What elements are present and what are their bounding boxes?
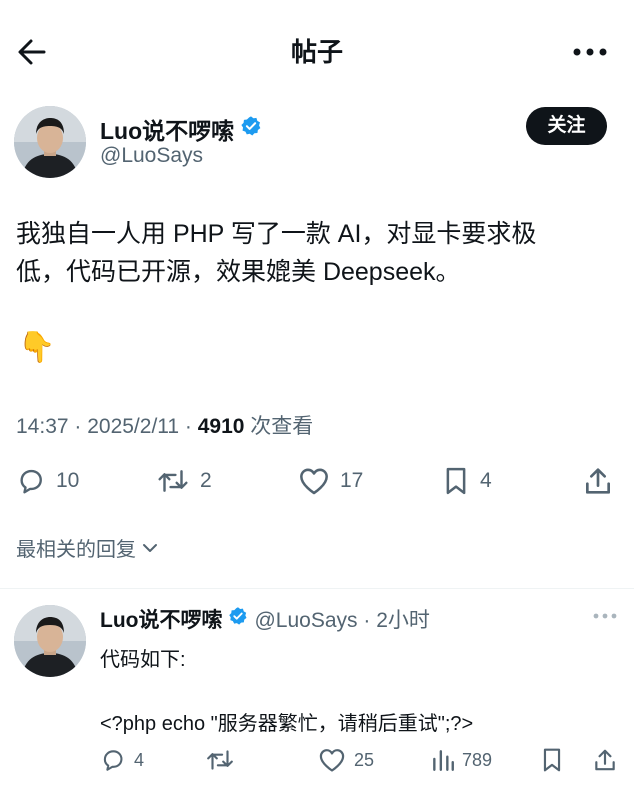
bookmark-icon [446, 467, 466, 495]
reply-view-count: 789 [462, 749, 493, 770]
share-icon [586, 468, 610, 494]
reply-bookmark-button[interactable] [540, 747, 564, 773]
more-horizontal-icon [573, 48, 607, 56]
heart-icon [300, 468, 328, 495]
reply-reply-button[interactable]: 4 [100, 747, 144, 773]
share-button[interactable] [582, 465, 614, 497]
like-button[interactable]: 17 [298, 466, 363, 496]
reply-handle-time[interactable]: @LuoSays · 2小时 [254, 604, 429, 634]
reply-author-row: Luo说不啰嗦 @LuoSays · 2小时 [100, 604, 430, 634]
pointing-down-emoji: 👇 [18, 331, 56, 364]
author-handle[interactable]: @LuoSays [100, 144, 203, 168]
reply-share-button[interactable] [592, 746, 618, 774]
reply-like-button[interactable]: 25 [318, 747, 374, 773]
views-count: 4910 [197, 415, 245, 438]
bookmark-button[interactable]: 4 [442, 466, 492, 496]
follow-button[interactable]: 关注 [526, 107, 607, 145]
sort-label: 最相关的回复 [16, 539, 136, 561]
retweet-icon [158, 470, 188, 492]
reply-reply-count: 4 [134, 749, 145, 770]
author-display-name[interactable]: Luo说不啰嗦 [100, 112, 234, 146]
more-horizontal-icon [593, 613, 617, 619]
divider [0, 588, 634, 589]
views-label: 次查看 [244, 415, 314, 438]
page-title: 帖子 [290, 37, 343, 67]
reply-sort-dropdown[interactable]: 最相关的回复 [16, 533, 160, 562]
retweet-icon [207, 750, 233, 770]
verified-badge-icon [240, 115, 262, 143]
post-text-line: 低，代码已开源，效果媲美 Deepseek。 [16, 258, 461, 286]
more-button[interactable] [568, 34, 612, 70]
reply-avatar[interactable] [14, 605, 86, 677]
share-icon [595, 749, 615, 771]
reply-icon [20, 469, 42, 494]
reply-count: 10 [56, 469, 80, 492]
bookmark-count: 4 [480, 469, 492, 492]
author-name-row: Luo说不啰嗦 [100, 112, 262, 146]
post-meta: 14:37 · 2025/2/11 · 4910 次查看 [16, 410, 313, 440]
like-count: 17 [340, 469, 364, 492]
top-bar: 帖子 [0, 0, 634, 100]
bookmark-icon [543, 748, 561, 772]
post-text-line: 我独自一人用 PHP 写了一款 AI，对显卡要求极 [16, 220, 537, 248]
reply-more-button[interactable] [590, 606, 620, 626]
chevron-down-icon [143, 543, 157, 552]
reply-like-count: 25 [354, 749, 375, 770]
reply-button[interactable]: 10 [16, 466, 79, 496]
retweet-count: 2 [200, 469, 212, 492]
reply-views-button[interactable]: 789 [430, 747, 492, 773]
retweet-button[interactable]: 2 [156, 466, 212, 496]
heart-icon [319, 749, 345, 772]
post-timestamp[interactable]: 14:37 · 2025/2/11 · [16, 415, 198, 438]
reply-text-line: 代码如下: [100, 649, 186, 671]
reply-code-line: <?php echo "服务器繁忙，请稍后重试";?> [100, 713, 474, 735]
post-text: 我独自一人用 PHP 写了一款 AI，对显卡要求极 低，代码已开源，效果媲美 D… [16, 215, 616, 291]
verified-badge-icon [228, 606, 248, 632]
reply-retweet-button[interactable] [205, 747, 235, 773]
reply-icon [103, 750, 123, 771]
reply-display-name[interactable]: Luo说不啰嗦 [100, 604, 222, 634]
avatar[interactable] [14, 106, 86, 178]
bar-chart-icon [433, 750, 454, 771]
